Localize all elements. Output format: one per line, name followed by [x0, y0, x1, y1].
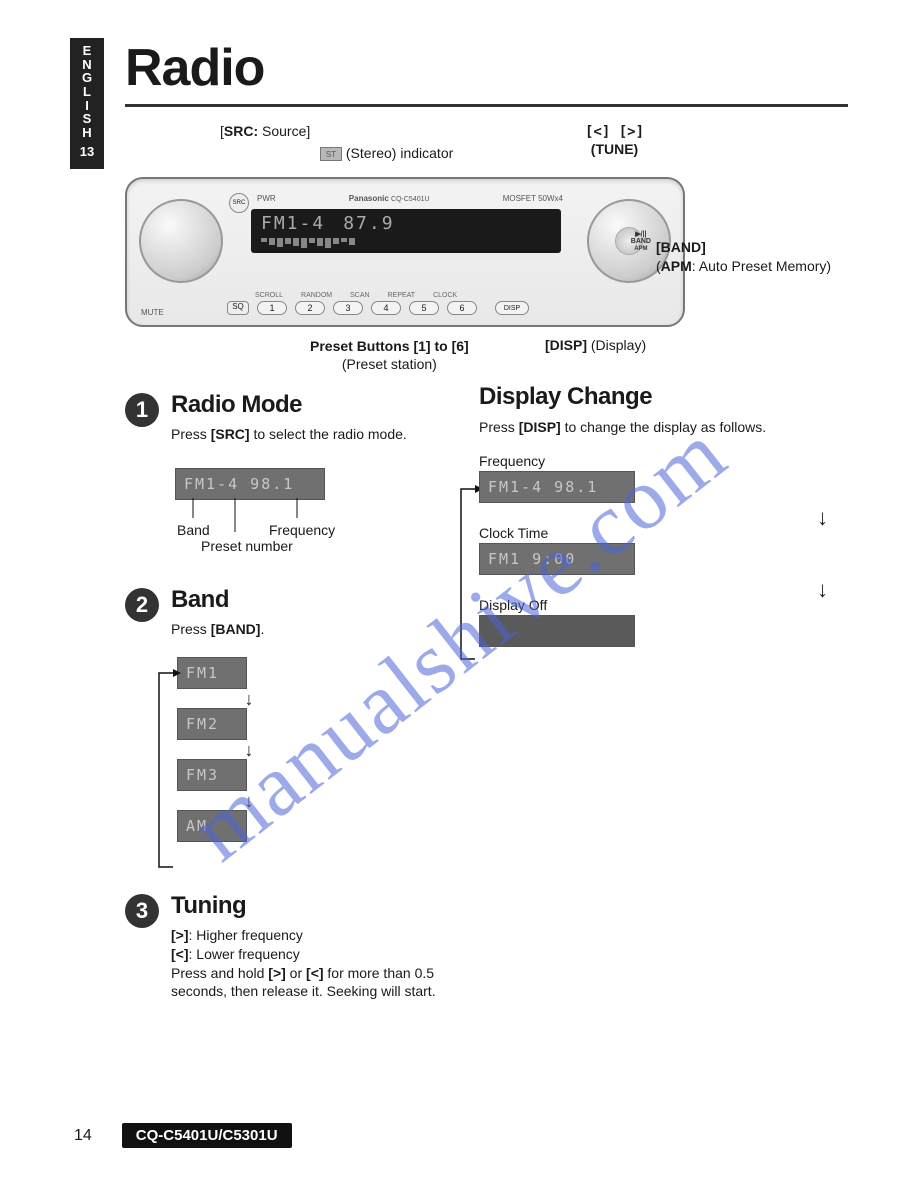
lcd-clock: FM1 9:00: [479, 543, 635, 575]
label-frequency: Frequency: [269, 522, 335, 538]
model-badge: CQ-C5401U/C5301U: [122, 1123, 292, 1148]
volume-knob: [139, 199, 223, 283]
stereo-indicator-icon: ST: [320, 147, 342, 161]
callout-stereo: ST (Stereo) indicator: [320, 145, 453, 161]
band-fm3: FM3: [177, 759, 247, 791]
label-off-step: Display Off: [479, 597, 848, 613]
section-title-tuning: Tuning: [171, 892, 455, 920]
band-fm2: FM2: [177, 708, 247, 740]
preset-4: 4: [371, 301, 401, 315]
page-number: 14: [74, 1127, 92, 1145]
lcd-display: FM1-4 87.9: [251, 209, 561, 253]
preset-5: 5: [409, 301, 439, 315]
mute-label: MUTE: [141, 308, 164, 317]
band-fm1: FM1: [177, 657, 247, 689]
language-tab: E N G L I S H 13: [70, 38, 104, 169]
band-button-label: ▶/|| BAND APM: [631, 231, 651, 252]
sq-button: SQ: [227, 301, 249, 315]
step-2-icon: 2: [125, 588, 159, 622]
arrow-down-icon: ↓: [201, 695, 297, 704]
eq-bars-icon: [261, 238, 551, 248]
section-title-radio-mode: Radio Mode: [171, 391, 455, 419]
label-clock-step: Clock Time: [479, 525, 848, 541]
callout-band: [BAND] (APM: Auto Preset Memory): [656, 238, 831, 276]
arrow-down-icon: ↓: [817, 505, 828, 531]
preset-under-labels: SCROLL RANDOM SCAN REPEAT CLOCK: [255, 292, 457, 299]
step-1-icon: 1: [125, 393, 159, 427]
label-band: Band: [177, 522, 210, 538]
preset-2: 2: [295, 301, 325, 315]
label-preset-number: Preset number: [201, 538, 293, 554]
callout-tune: [<] [>] (TUNE): [585, 123, 644, 158]
label-frequency-step: Frequency: [479, 453, 848, 469]
disp-button: DISP: [495, 301, 529, 315]
section-band: 2 Band Press [BAND]. FM1 ↓ FM2 ↓ FM3 ↓ A…: [125, 586, 455, 866]
band-chain: FM1 ↓ FM2 ↓ FM3 ↓ AM: [177, 657, 297, 842]
band-am: AM: [177, 810, 247, 842]
step-3-icon: 3: [125, 894, 159, 928]
callout-preset: Preset Buttons [1] to [6] (Preset statio…: [310, 337, 469, 373]
brand-label: Panasonic CQ-C5401U: [349, 194, 430, 203]
callouts-bottom: Preset Buttons [1] to [6] (Preset statio…: [125, 337, 848, 377]
title-rule: [125, 104, 848, 107]
arrow-down-icon: ↓: [201, 746, 297, 755]
callouts-top: [SRC: Source] ST (Stereo) indicator [<] …: [125, 125, 848, 165]
callout-disp: [DISP] (Display): [545, 337, 646, 353]
arrow-down-icon: ↓: [201, 797, 297, 806]
mosfet-label: MOSFET 50Wx4: [503, 194, 563, 203]
preset-1: 1: [257, 301, 287, 315]
preset-3: 3: [333, 301, 363, 315]
stereo-unit-illustration: SRC PWR Panasonic CQ-C5401U MOSFET 50Wx4…: [125, 177, 685, 327]
lcd-example-radio-mode: FM1-4 98.1: [175, 468, 325, 500]
section-title-display-change: Display Change: [479, 383, 848, 411]
preset-6: 6: [447, 301, 477, 315]
preset-buttons: 1 2 3 4 5 6 DISP: [257, 301, 529, 315]
section-radio-mode: 1 Radio Mode Press [SRC] to select the r…: [125, 391, 455, 560]
section-title-band: Band: [171, 586, 455, 614]
lcd-off: [479, 615, 635, 647]
section-tuning: 3 Tuning [>]: Higher frequency [<]: Lowe…: [125, 892, 455, 1002]
footer: 14 CQ-C5401U/C5301U: [74, 1123, 292, 1148]
arrow-down-icon: ↓: [817, 577, 828, 603]
src-button-icon: SRC: [229, 193, 249, 213]
page-title: Radio: [125, 38, 848, 98]
callout-src: [SRC: Source]: [220, 123, 310, 139]
lcd-frequency: FM1-4 98.1: [479, 471, 635, 503]
display-change-chain: Frequency FM1-4 98.1 ↓ Clock Time FM1 9:…: [479, 453, 848, 647]
pwr-label: PWR: [257, 194, 276, 203]
